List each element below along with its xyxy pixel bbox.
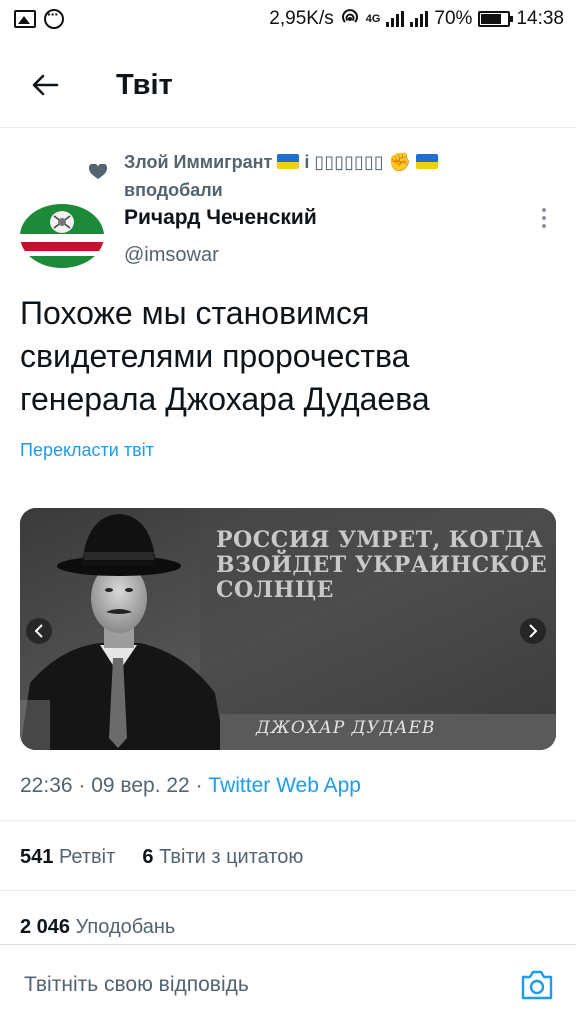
social-context-text: Злой Иммигрант і ▯▯▯▯▯▯▯ ✊ вподобали: [124, 148, 544, 204]
more-dot-icon: [542, 216, 546, 220]
header-divider: [0, 127, 576, 128]
carousel-previous-button[interactable]: [26, 618, 52, 644]
chechen-flag-avatar-icon: [20, 204, 104, 268]
media-quote-text: РОССИЯ УМРЕТ, КОГДА ВЗОЙДЕТ УКРАИНСКОЕ С…: [216, 527, 548, 603]
stats-row: 541 Ретвіт 6 Твіти з цитатою: [20, 846, 303, 869]
battery-icon: [478, 11, 514, 27]
retweets-label: Ретвіт: [58, 846, 116, 868]
retweets-count: 541: [20, 846, 54, 868]
liked-action: вподобали: [124, 180, 223, 200]
meta-separator: ·: [78, 774, 92, 797]
liked-by-name: Злой Иммигрант: [124, 152, 273, 172]
tweet-media-image[interactable]: РОССИЯ УМРЕТ, КОГДА ВЗОЙДЕТ УКРАИНСКОЕ С…: [20, 508, 556, 750]
camera-button[interactable]: [520, 969, 554, 1001]
chevron-left-icon: [34, 624, 43, 638]
heart-icon: [88, 163, 108, 185]
reply-input[interactable]: Твітніть свою відповідь: [24, 973, 249, 997]
author-handle[interactable]: @imsowar: [124, 244, 219, 267]
likes-stat[interactable]: 2 046 Уподобань: [20, 916, 175, 939]
tweet-meta: 22:36 · 09 вер. 22 · Twitter Web App: [20, 774, 361, 798]
battery-percent: 70%: [434, 8, 473, 29]
tweet-text: Похоже мы становимся свидетелями пророче…: [20, 295, 430, 417]
quotes-count: 6: [142, 846, 154, 868]
gallery-notification-icon: [14, 10, 36, 28]
network-speed: 2,95K/s: [269, 8, 334, 29]
ukraine-flag-icon: [277, 154, 300, 169]
network-type: 4G: [365, 13, 381, 25]
signal-icon: [386, 11, 405, 27]
status-bar-left: [14, 6, 64, 29]
more-dot-icon: [542, 208, 546, 212]
likes-label: Уподобань: [75, 916, 176, 938]
liked-by-connector: і: [304, 152, 310, 172]
ukraine-flag-icon-2: [416, 154, 439, 169]
avatar[interactable]: [20, 204, 104, 268]
meta-separator: ·: [195, 774, 209, 797]
liked-by-other: ▯▯▯▯▯▯▯: [314, 152, 384, 172]
page-title: Твіт: [116, 68, 173, 101]
translate-tweet-link[interactable]: Перекласти твіт: [20, 440, 154, 461]
top-app-bar: Твіт: [0, 50, 576, 120]
message-notification-icon: [44, 6, 64, 29]
tweet-source-link[interactable]: Twitter Web App: [208, 774, 361, 797]
status-bar-right: 2,95K/s 4G 70% 14:38: [269, 7, 564, 32]
clock: 14:38: [516, 8, 564, 29]
status-bar: 2,95K/s 4G 70% 14:38: [0, 0, 576, 38]
meta-divider: [0, 820, 576, 821]
stats-divider: [0, 890, 576, 891]
more-options-button[interactable]: [532, 206, 556, 230]
hotspot-icon: [340, 7, 360, 32]
back-button[interactable]: [20, 60, 70, 110]
likes-count: 2 046: [20, 916, 71, 938]
raised-fist-icon: ✊: [388, 152, 412, 172]
tweet-time[interactable]: 22:36: [20, 774, 73, 797]
signal-icon-2: [410, 11, 429, 27]
chevron-right-icon: [529, 624, 538, 638]
media-signature-text: ДЖОХАР ДУДАЕВ: [256, 718, 436, 738]
retweets-stat[interactable]: 541 Ретвіт: [20, 846, 115, 868]
reply-bar: Твітніть свою відповідь: [0, 944, 576, 1024]
more-dot-icon: [542, 224, 546, 228]
author-name[interactable]: Ричард Чеченский: [124, 206, 317, 230]
quotes-label: Твіти з цитатою: [159, 846, 304, 868]
tweet-date[interactable]: 09 вер. 22: [91, 774, 190, 797]
quotes-stat[interactable]: 6 Твіти з цитатою: [142, 846, 303, 868]
arrow-left-icon: [32, 74, 59, 96]
carousel-next-button[interactable]: [520, 618, 546, 644]
camera-icon: [521, 970, 553, 1000]
